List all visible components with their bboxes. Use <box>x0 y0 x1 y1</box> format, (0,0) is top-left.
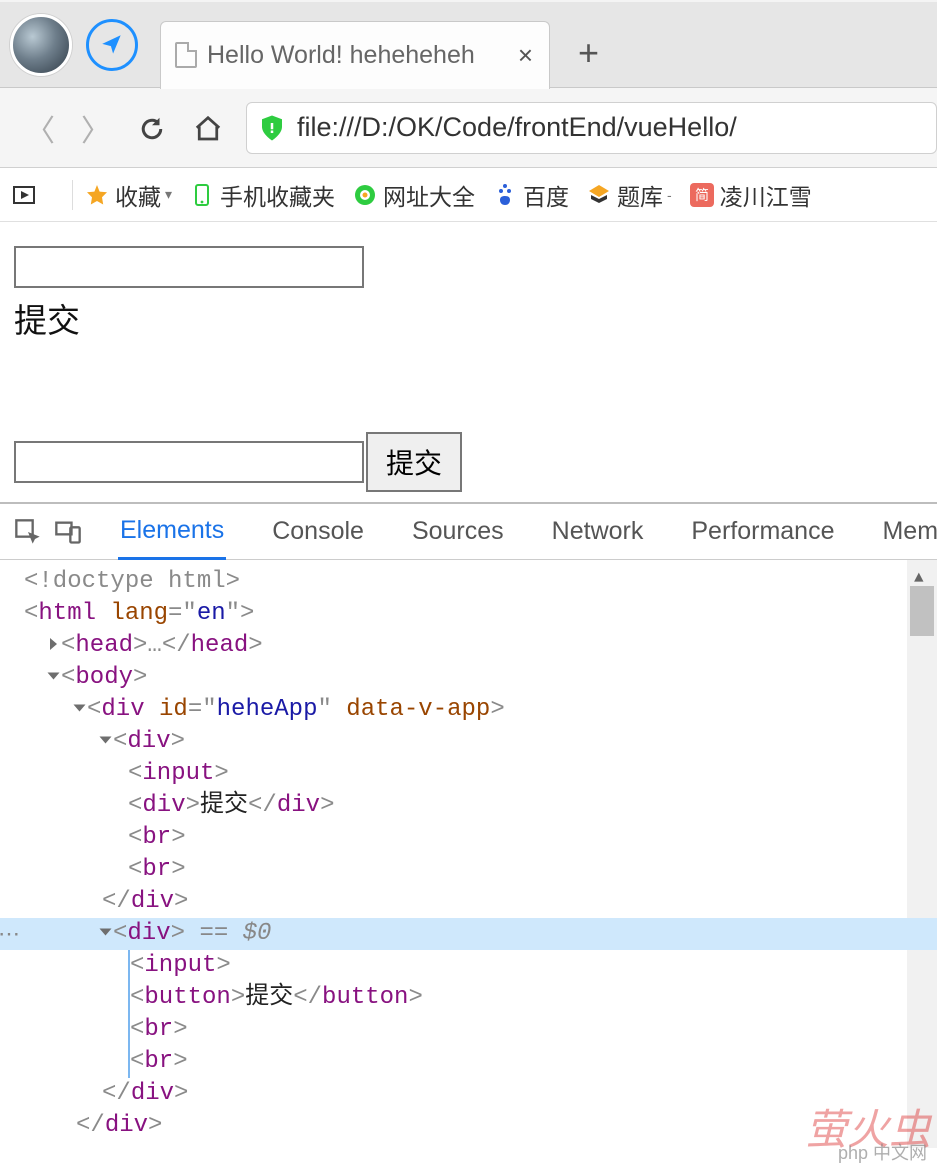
bookmark-tiku[interactable]: 题库 - <box>587 178 672 212</box>
tiku-icon <box>587 183 611 207</box>
tab-title: Hello World! heheheheh <box>207 41 504 70</box>
home-button[interactable] <box>180 111 236 143</box>
back-button[interactable]: 〈 <box>12 106 68 150</box>
new-tab-button[interactable]: + <box>578 32 599 74</box>
bookmark-sitenav[interactable]: 网址大全 <box>353 178 475 212</box>
play-icon <box>12 183 36 207</box>
tab-network[interactable]: Network <box>550 505 646 558</box>
devtools-tabbar: Elements Console Sources Network Perform… <box>0 504 937 560</box>
bookmark-favorites[interactable]: 收藏 ▾ <box>85 178 172 212</box>
close-icon[interactable]: × <box>518 40 533 71</box>
url-text: file:///D:/OK/Code/frontEnd/vueHello/ <box>297 112 737 143</box>
bookmark-label: 题库 <box>617 178 663 212</box>
browser-titlebar: Hello World! heheheheh × + <box>0 0 937 88</box>
chevron-down-icon: - <box>667 187 672 203</box>
extension-icon[interactable] <box>12 183 42 207</box>
text-input-1[interactable] <box>14 246 364 288</box>
bookmark-lingchuan[interactable]: 简 凌川江雪 <box>690 178 812 212</box>
bookmark-label: 凌川江雪 <box>720 178 812 212</box>
inspect-icon[interactable] <box>14 514 42 550</box>
jian-icon: 简 <box>690 183 714 207</box>
tab-performance[interactable]: Performance <box>689 505 836 558</box>
src-doctype: <!doctype html> <box>24 568 240 595</box>
bookmark-label: 手机收藏夹 <box>220 178 335 212</box>
reload-button[interactable] <box>124 111 180 143</box>
bookmark-label: 收藏 <box>115 178 161 212</box>
tab-memory[interactable]: Mem <box>880 505 937 558</box>
device-toggle-icon[interactable] <box>54 514 82 550</box>
submit-button[interactable]: 提交 <box>366 432 462 492</box>
svg-text:简: 简 <box>695 187 709 203</box>
tab-console[interactable]: Console <box>270 505 366 558</box>
mobile-icon <box>190 183 214 207</box>
component-1: 提交 <box>14 246 923 342</box>
star-icon <box>85 183 109 207</box>
forward-button[interactable]: 〉 <box>68 106 124 150</box>
baidu-icon <box>493 183 517 207</box>
submit-text: 提交 <box>14 294 923 342</box>
address-field[interactable]: file:///D:/OK/Code/frontEnd/vueHello/ <box>246 102 937 154</box>
shield-icon <box>257 113 287 143</box>
bookmark-label: 百度 <box>523 178 569 212</box>
browser-tab[interactable]: Hello World! heheheheh × <box>160 21 550 89</box>
devtools-panel: Elements Console Sources Network Perform… <box>0 502 937 1148</box>
browser-address-bar: 〈 〉 file:///D:/OK/Code/frontEnd/vueHello… <box>0 88 937 168</box>
page-content: 提交 提交 <box>0 222 937 502</box>
tab-sources[interactable]: Sources <box>410 505 506 558</box>
bookmark-bar: 收藏 ▾ 手机收藏夹 网址大全 百度 题库 - 简 凌川江雪 <box>0 168 937 222</box>
chevron-down-icon: ▾ <box>165 186 172 203</box>
elements-tree[interactable]: ▲ <!doctype html> <html lang="en"> <head… <box>0 560 937 1148</box>
selected-node[interactable]: ⋯ <div> == $0 <box>0 918 937 950</box>
scrollbar[interactable]: ▲ <box>907 560 937 1148</box>
text-input-2[interactable] <box>14 441 364 483</box>
compass-icon[interactable] <box>86 19 138 71</box>
site-icon <box>353 183 377 207</box>
bookmark-baidu[interactable]: 百度 <box>493 178 569 212</box>
tab-elements[interactable]: Elements <box>118 504 226 560</box>
page-icon <box>175 42 197 68</box>
user-avatar[interactable] <box>10 14 72 76</box>
bookmark-mobile[interactable]: 手机收藏夹 <box>190 178 335 212</box>
bookmark-label: 网址大全 <box>383 178 475 212</box>
component-2: 提交 <box>14 432 923 492</box>
